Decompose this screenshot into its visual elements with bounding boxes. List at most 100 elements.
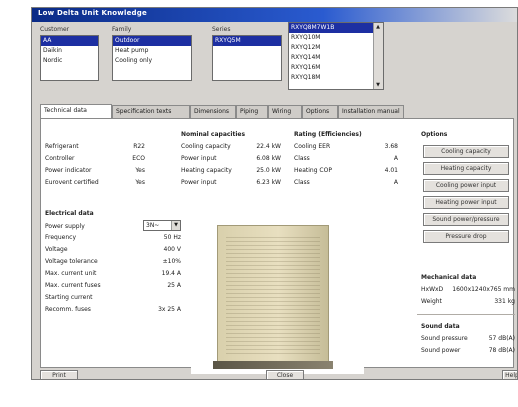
scroll-up-icon[interactable]: ▲ bbox=[375, 24, 381, 30]
row-label: HxWxD bbox=[421, 286, 444, 293]
power-supply-label: Power supply bbox=[45, 223, 85, 230]
row-label: Cooling capacity bbox=[181, 143, 231, 150]
row-value: 50 Hz bbox=[163, 234, 181, 241]
row-label: Power indicator bbox=[45, 167, 92, 174]
window-title: Low Delta Unit Knowledge bbox=[38, 9, 147, 17]
close-button[interactable]: Close bbox=[266, 370, 304, 379]
row-label: Power input bbox=[181, 155, 217, 162]
list-item[interactable]: RXYQ10M bbox=[289, 33, 383, 43]
rating-title: Rating (Efficiencies) bbox=[294, 131, 362, 138]
row-label: Sound pressure bbox=[421, 335, 468, 342]
row-label: Sound power bbox=[421, 347, 461, 354]
list-item[interactable]: RXYQ5M bbox=[213, 36, 281, 46]
tab-options[interactable]: Options bbox=[302, 105, 338, 118]
sound-title: Sound data bbox=[421, 323, 460, 330]
row-value: ECO bbox=[132, 155, 145, 162]
row-label: Power input bbox=[181, 179, 217, 186]
nominal-title: Nominal capacities bbox=[181, 131, 246, 138]
technical-data-panel: Refrigerant R22 Controller ECO Power indicat… bbox=[40, 118, 515, 374]
outdoor-unit-image bbox=[217, 225, 329, 363]
product-photo bbox=[191, 219, 364, 374]
row-value: 3x 25 A bbox=[158, 306, 181, 313]
row-value: R22 bbox=[133, 143, 145, 150]
list-item[interactable]: RXYQ16M bbox=[289, 63, 383, 73]
divider bbox=[417, 314, 515, 315]
row-label: Class bbox=[294, 155, 310, 162]
row-value: 6.23 kW bbox=[256, 179, 281, 186]
electrical-title: Electrical data bbox=[45, 210, 94, 217]
mechanical-title: Mechanical data bbox=[421, 274, 477, 281]
unit-grill bbox=[226, 236, 320, 354]
row-value: 25 A bbox=[167, 282, 181, 289]
row-value: 6.08 kW bbox=[256, 155, 281, 162]
row-value: Yes bbox=[135, 179, 145, 186]
title-bar[interactable]: Low Delta Unit Knowledge bbox=[32, 8, 517, 22]
row-value: 400 V bbox=[163, 246, 181, 253]
row-value: ±10% bbox=[162, 258, 181, 265]
row-label: Frequency bbox=[45, 234, 76, 241]
row-value: 22.4 kW bbox=[256, 143, 281, 150]
chevron-down-icon[interactable]: ▼ bbox=[171, 221, 180, 230]
row-label: Heating COP bbox=[294, 167, 332, 174]
row-label: Voltage bbox=[45, 246, 68, 253]
list-item[interactable]: Cooling only bbox=[113, 56, 191, 66]
tab-wiring[interactable]: Wiring bbox=[268, 105, 302, 118]
help-button[interactable]: Help bbox=[502, 370, 517, 379]
scroll-down-icon[interactable]: ▼ bbox=[375, 82, 381, 88]
list-item[interactable]: Heat pump bbox=[113, 46, 191, 56]
print-button[interactable]: Print bbox=[40, 370, 78, 379]
tab-strip: Technical data Specification texts Dimensi… bbox=[40, 104, 510, 119]
main-window: Low Delta Unit Knowledge Customer AA Daik… bbox=[31, 7, 518, 380]
row-value: 57 dB(A) bbox=[488, 335, 515, 342]
row-label: Weight bbox=[421, 298, 442, 305]
row-label: Max. current unit bbox=[45, 270, 97, 277]
row-value: 331 kg bbox=[494, 298, 515, 305]
series-label: Series bbox=[212, 26, 231, 33]
row-value: 4.01 bbox=[384, 167, 398, 174]
row-value: 25.0 kW bbox=[256, 167, 281, 174]
row-value: 1600x1240x765 mm bbox=[452, 286, 515, 293]
tab-piping[interactable]: Piping bbox=[236, 105, 268, 118]
row-value: 78 dB(A) bbox=[488, 347, 515, 354]
variant-listbox[interactable]: RXYQ8M7W1B RXYQ10M RXYQ12M RXYQ14M RXYQ16M RX… bbox=[288, 22, 384, 90]
list-item[interactable]: AA bbox=[41, 36, 98, 46]
list-item[interactable]: RXYQ18M bbox=[289, 73, 383, 83]
tab-installation-manual[interactable]: Installation manual bbox=[338, 105, 404, 118]
power-supply-select[interactable]: 3N~ ▼ bbox=[143, 220, 181, 231]
tab-specification-texts[interactable]: Specification texts bbox=[112, 105, 190, 118]
customer-listbox[interactable]: AA Daikin Nordic bbox=[40, 35, 99, 81]
option-button[interactable]: Sound power/pressure bbox=[423, 213, 509, 226]
row-label: Class bbox=[294, 179, 310, 186]
row-value: Yes bbox=[135, 167, 145, 174]
power-supply-value: 3N~ bbox=[146, 222, 160, 229]
list-item[interactable]: RXYQ12M bbox=[289, 43, 383, 53]
row-value: A bbox=[393, 179, 398, 186]
option-button[interactable]: Pressure drop bbox=[423, 230, 509, 243]
tab-technical-data[interactable]: Technical data bbox=[40, 104, 112, 118]
family-listbox[interactable]: Outdoor Heat pump Cooling only bbox=[112, 35, 192, 81]
row-value: 3.68 bbox=[384, 143, 398, 150]
series-listbox[interactable]: RXYQ5M bbox=[212, 35, 282, 81]
list-item[interactable]: RXYQ8M7W1B bbox=[289, 23, 383, 33]
row-label: Refrigerant bbox=[45, 143, 79, 150]
tab-dimensions[interactable]: Dimensions bbox=[190, 105, 236, 118]
row-value: A bbox=[393, 155, 398, 162]
customer-label: Customer bbox=[40, 26, 70, 33]
list-item[interactable]: Outdoor bbox=[113, 36, 191, 46]
option-button[interactable]: Heating power input bbox=[423, 196, 509, 209]
list-item[interactable]: RXYQ14M bbox=[289, 53, 383, 63]
row-label: Starting current bbox=[45, 294, 93, 301]
variant-scrollbar[interactable]: ▲ ▼ bbox=[373, 23, 383, 89]
row-label: Max. current fuses bbox=[45, 282, 101, 289]
row-label: Heating capacity bbox=[181, 167, 232, 174]
row-label: Recomm. fuses bbox=[45, 306, 91, 313]
row-label: Eurovent certified bbox=[45, 179, 99, 186]
list-item[interactable]: Daikin bbox=[41, 46, 98, 56]
option-button[interactable]: Cooling capacity bbox=[423, 145, 509, 158]
unit-base bbox=[213, 361, 333, 369]
list-item[interactable]: Nordic bbox=[41, 56, 98, 66]
option-button[interactable]: Cooling power input bbox=[423, 179, 509, 192]
row-label: Controller bbox=[45, 155, 75, 162]
row-label: Cooling EER bbox=[294, 143, 331, 150]
option-button[interactable]: Heating capacity bbox=[423, 162, 509, 175]
